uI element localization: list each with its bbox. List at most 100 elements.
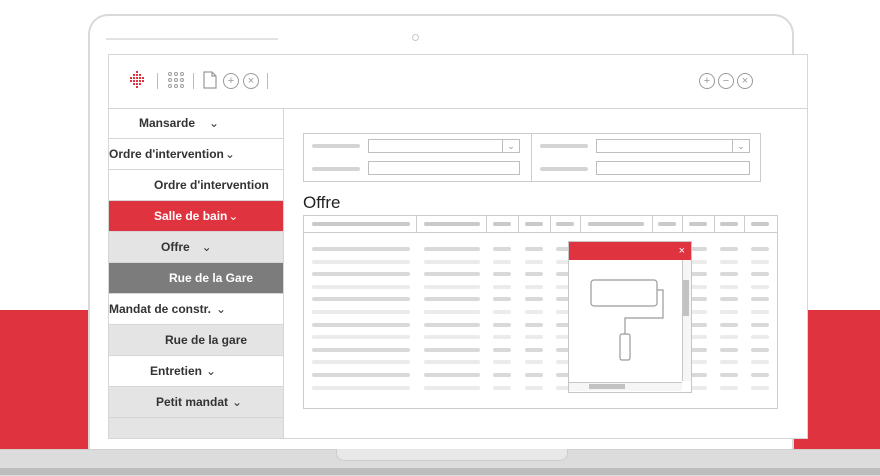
table-cell-placeholder <box>424 247 480 251</box>
zoom-out-icon[interactable]: − <box>718 73 734 89</box>
sidebar-item-entretien[interactable]: Entretien ⌄ <box>109 356 283 387</box>
table-cell-placeholder <box>720 385 738 390</box>
table-cell-placeholder <box>751 373 769 377</box>
column-header[interactable] <box>304 216 417 232</box>
close-icon[interactable]: × <box>737 73 753 89</box>
chevron-down-icon: ⌄ <box>228 209 239 223</box>
table-cell-placeholder <box>493 322 511 327</box>
plus-circle-icon[interactable]: + <box>223 73 239 89</box>
table-cell-placeholder <box>493 373 511 377</box>
column-header[interactable] <box>652 216 683 232</box>
text-field[interactable] <box>368 161 520 175</box>
chevron-down-icon: ⌄ <box>502 140 519 152</box>
column-header[interactable] <box>682 216 715 232</box>
table-cell-placeholder <box>720 247 738 251</box>
table-cell-placeholder <box>751 385 769 390</box>
table-cell-placeholder <box>493 385 511 390</box>
laptop-base-notch <box>336 449 568 461</box>
document-icon[interactable] <box>202 71 218 89</box>
table-cell-placeholder <box>751 347 769 352</box>
column-header[interactable] <box>416 216 487 232</box>
select-field[interactable]: ⌄ <box>368 139 520 153</box>
column-header[interactable] <box>518 216 551 232</box>
scrollbar-thumb[interactable] <box>589 384 625 389</box>
sidebar-item-label: Rue de la Gare <box>169 271 254 285</box>
field-label-placeholder <box>540 167 588 171</box>
table-cell-placeholder <box>751 259 769 264</box>
data-table <box>303 215 778 409</box>
column-header[interactable] <box>744 216 777 232</box>
table-cell-placeholder <box>720 335 738 340</box>
table-cell-placeholder <box>751 310 769 314</box>
table-cell-placeholder <box>720 272 738 277</box>
sidebar-empty-row <box>109 418 283 438</box>
table-cell-placeholder <box>493 347 511 352</box>
table-cell-placeholder <box>525 310 543 314</box>
sidebar-subitem-rue-de-la-gare-2[interactable]: Rue de la gare <box>109 325 283 356</box>
column-header[interactable] <box>550 216 581 232</box>
column-header[interactable] <box>714 216 745 232</box>
table-cell-placeholder <box>424 284 480 289</box>
text-field[interactable] <box>596 161 750 175</box>
table-cell-placeholder <box>312 247 410 251</box>
scrollbar-thumb[interactable] <box>683 280 689 316</box>
table-cell-placeholder <box>312 373 410 377</box>
table-cell-placeholder <box>525 297 543 302</box>
table-cell-placeholder <box>751 335 769 340</box>
table-cell-placeholder <box>720 373 738 377</box>
table-cell-placeholder <box>312 360 410 365</box>
close-icon[interactable]: × <box>679 244 685 258</box>
laptop-base-edge <box>0 468 880 475</box>
table-cell-placeholder <box>312 284 410 289</box>
sidebar-item-mansarde[interactable]: Mansarde ⌄ <box>109 108 283 139</box>
table-cell-placeholder <box>424 335 480 340</box>
table-cell-placeholder <box>525 347 543 352</box>
table-cell-placeholder <box>424 322 480 327</box>
table-cell-placeholder <box>424 373 480 377</box>
table-cell-placeholder <box>312 272 410 277</box>
filter-panel-right: ⌄ <box>531 133 761 182</box>
table-cell-placeholder <box>493 284 511 289</box>
table-cell-placeholder <box>525 360 543 365</box>
toolbar: + × + − × <box>109 55 807 109</box>
sidebar-subitem-rue-de-la-gare[interactable]: Rue de la Gare <box>109 263 283 294</box>
horizontal-scrollbar[interactable] <box>569 382 682 391</box>
table-cell-placeholder <box>525 259 543 264</box>
table-cell-placeholder <box>424 259 480 264</box>
sidebar-item-label: Ordre d'intervention <box>109 147 224 161</box>
diamond-logo-icon[interactable] <box>127 70 147 90</box>
table-cell-placeholder <box>312 310 410 314</box>
table-cell-placeholder <box>525 247 543 251</box>
table-cell-placeholder <box>312 259 410 264</box>
app-window: + × + − × Mansarde ⌄ Ordre d'intervention… <box>108 54 808 439</box>
sidebar-item-salle-de-bain[interactable]: Salle de bain⌄ <box>109 201 283 232</box>
table-cell-placeholder <box>720 259 738 264</box>
chevron-down-icon: ⌄ <box>206 364 217 378</box>
camera-icon <box>412 34 419 41</box>
chevron-down-icon: ⌄ <box>209 116 220 130</box>
sidebar-subitem-ordre-intervention[interactable]: Ordre d'intervention <box>109 170 283 201</box>
column-header[interactable] <box>486 216 519 232</box>
sidebar-item-mandat-de-constr[interactable]: Mandat de constr. ⌄ <box>109 294 283 325</box>
sidebar-item-petit-mandat[interactable]: Petit mandat ⌄ <box>109 387 283 418</box>
toolbar-separator <box>193 73 194 89</box>
chevron-down-icon: ⌄ <box>216 302 227 316</box>
select-field[interactable]: ⌄ <box>596 139 750 153</box>
vertical-scrollbar[interactable] <box>682 260 691 381</box>
column-header[interactable] <box>580 216 653 232</box>
table-cell-placeholder <box>525 284 543 289</box>
sidebar-item-offre[interactable]: Offre ⌄ <box>109 232 283 263</box>
sidebar-item-label: Entretien <box>150 364 203 378</box>
table-cell-placeholder <box>720 284 738 289</box>
table-cell-placeholder <box>525 272 543 277</box>
zoom-in-icon[interactable]: + <box>699 73 715 89</box>
table-cell-placeholder <box>751 247 769 251</box>
close-circle-icon[interactable]: × <box>243 73 259 89</box>
table-cell-placeholder <box>525 335 543 340</box>
sidebar-item-label: Mandat de constr. <box>109 302 212 316</box>
grid-icon[interactable] <box>167 71 185 89</box>
sidebar-item-ordre-intervention[interactable]: Ordre d'intervention⌄ <box>109 139 283 170</box>
table-cell-placeholder <box>312 385 410 390</box>
table-cell-placeholder <box>493 360 511 365</box>
table-cell-placeholder <box>493 335 511 340</box>
